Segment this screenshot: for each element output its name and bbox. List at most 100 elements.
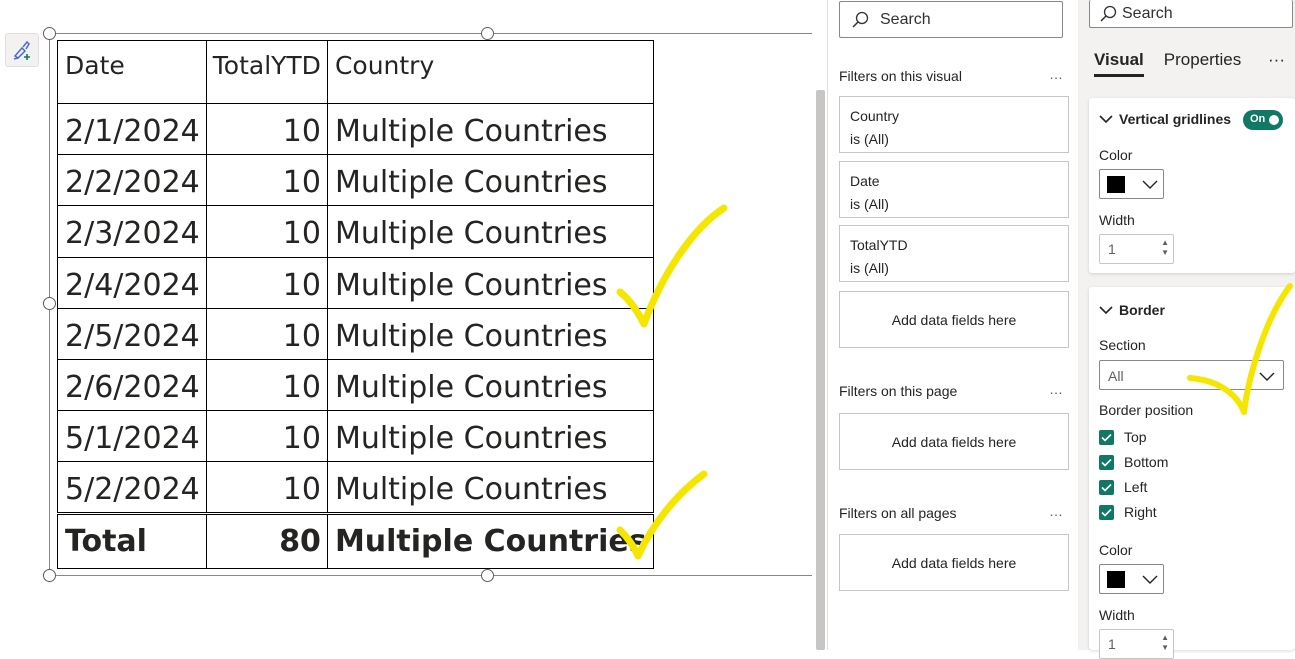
border-section-label: Section <box>1099 337 1146 353</box>
border-position-bottom-checkbox[interactable]: Bottom <box>1099 454 1168 470</box>
total-totalytd: 80 <box>205 511 328 569</box>
cell-totalytd: 10 <box>205 358 328 412</box>
tab-visual[interactable]: Visual <box>1094 50 1144 77</box>
cell-country: Multiple Countries <box>326 154 654 207</box>
table-row[interactable]: 5/1/2024 10 Multiple Countries <box>57 410 654 463</box>
color-swatch <box>1107 176 1125 193</box>
cell-country: Multiple Countries <box>326 205 654 258</box>
checkbox-checked-icon <box>1099 429 1114 445</box>
border-header[interactable]: Border <box>1099 302 1165 318</box>
border-position-label: Border position <box>1099 402 1194 418</box>
border-card: Border Section All Border position Top B… <box>1089 287 1295 659</box>
filter-card-date[interactable]: Date is (All) <box>839 161 1069 218</box>
column-header-date[interactable]: Date <box>57 40 207 104</box>
toggle-label: On <box>1250 113 1266 125</box>
format-tabs: Visual Properties <box>1094 50 1261 77</box>
filter-state: is (All) <box>850 131 889 147</box>
gridlines-color-picker[interactable] <box>1099 169 1164 199</box>
add-visual-filter-dropzone[interactable]: Add data fields here <box>839 291 1069 348</box>
vertical-gridlines-header[interactable]: Vertical gridlines <box>1099 111 1231 127</box>
filters-page-more-button[interactable]: … <box>1049 381 1064 397</box>
cell-totalytd: 10 <box>205 154 328 207</box>
resize-handle-top-left[interactable] <box>43 27 56 40</box>
format-search-input[interactable]: Search <box>1089 0 1293 28</box>
filters-all-more-button[interactable]: … <box>1049 503 1064 519</box>
table-row[interactable]: 2/6/2024 10 Multiple Countries <box>57 358 654 412</box>
filters-search-placeholder: Search <box>880 10 931 28</box>
table-row[interactable]: 2/2/2024 10 Multiple Countries <box>57 154 654 207</box>
table-row[interactable]: 2/1/2024 10 Multiple Countries <box>57 102 654 156</box>
cell-country: Multiple Countries <box>326 102 654 156</box>
resize-handle-middle-left[interactable] <box>43 297 56 310</box>
add-page-filter-dropzone[interactable]: Add data fields here <box>839 413 1069 470</box>
filter-field-name: Country <box>850 108 900 124</box>
table-visual[interactable]: Date TotalYTD Country 2/1/2024 10 Multip… <box>57 40 654 569</box>
checkbox-checked-icon <box>1099 454 1114 470</box>
cell-date: 2/5/2024 <box>57 307 207 360</box>
cell-totalytd: 10 <box>205 256 328 309</box>
cell-date: 5/1/2024 <box>57 410 207 463</box>
cell-totalytd: 10 <box>205 205 328 258</box>
filters-pane: Search Filters on this visual … Country … <box>827 0 1078 650</box>
table-row[interactable]: 2/3/2024 10 Multiple Countries <box>57 205 654 258</box>
cell-country: Multiple Countries <box>326 410 654 463</box>
resize-handle-bottom-middle[interactable] <box>481 569 494 582</box>
chevron-down-icon <box>1099 115 1113 124</box>
column-header-country[interactable]: Country <box>326 40 654 104</box>
total-country: Multiple Countries <box>326 511 654 569</box>
canvas-scrollbar[interactable] <box>815 0 827 650</box>
table-row[interactable]: 5/2/2024 10 Multiple Countries <box>57 461 654 514</box>
format-pane: Search Visual Properties ··· Vertical gr… <box>1078 0 1295 659</box>
filter-card-country[interactable]: Country is (All) <box>839 96 1069 153</box>
cell-date: 2/4/2024 <box>57 256 207 309</box>
gridlines-color-label: Color <box>1099 147 1133 163</box>
filters-visual-more-button[interactable]: … <box>1049 66 1064 82</box>
filter-state: is (All) <box>850 260 889 276</box>
table-header-row: Date TotalYTD Country <box>57 40 654 104</box>
filters-on-all-pages-heading: Filters on all pages <box>839 505 957 521</box>
filter-card-totalytd[interactable]: TotalYTD is (All) <box>839 225 1069 282</box>
canvas-scrollbar-thumb[interactable] <box>816 90 825 650</box>
table-row[interactable]: 2/5/2024 10 Multiple Countries <box>57 307 654 360</box>
toggle-knob <box>1269 115 1279 125</box>
border-position-left-checkbox[interactable]: Left <box>1099 479 1147 495</box>
resize-handle-bottom-left[interactable] <box>43 569 56 582</box>
spin-arrows-icon[interactable]: ▲ ▼ <box>1161 633 1169 653</box>
format-more-button[interactable]: ··· <box>1268 50 1285 70</box>
search-icon <box>1100 5 1117 22</box>
border-title: Border <box>1119 302 1165 318</box>
tab-properties[interactable]: Properties <box>1164 50 1241 77</box>
add-report-filter-dropzone[interactable]: Add data fields here <box>839 534 1069 591</box>
border-section-dropdown[interactable]: All <box>1099 360 1284 390</box>
table-row[interactable]: 2/4/2024 10 Multiple Countries <box>57 256 654 309</box>
width-value: 1 <box>1108 241 1116 257</box>
chevron-down-icon <box>1142 575 1158 584</box>
column-header-totalytd[interactable]: TotalYTD <box>205 40 328 104</box>
gridlines-width-input[interactable]: 1 ▲ ▼ <box>1099 234 1174 264</box>
filters-search-input[interactable]: Search <box>839 1 1063 38</box>
border-color-picker[interactable] <box>1099 564 1164 594</box>
table-total-row: Total 80 Multiple Countries <box>57 511 654 569</box>
chevron-down-icon <box>1142 180 1158 189</box>
border-position-right-checkbox[interactable]: Right <box>1099 504 1157 520</box>
filter-state: is (All) <box>850 196 889 212</box>
cell-country: Multiple Countries <box>326 307 654 360</box>
search-icon <box>852 11 869 28</box>
border-width-input[interactable]: 1 ▲ ▼ <box>1099 629 1174 659</box>
spin-arrows-icon[interactable]: ▲ ▼ <box>1161 238 1169 258</box>
gridlines-width-label: Width <box>1099 212 1135 228</box>
vertical-gridlines-card: Vertical gridlines On Color Width 1 ▲ ▼ <box>1089 98 1295 273</box>
filter-field-name: Date <box>850 173 880 189</box>
total-label: Total <box>57 511 207 569</box>
checkbox-label: Top <box>1124 429 1147 445</box>
vertical-gridlines-toggle[interactable]: On <box>1243 110 1283 130</box>
border-position-top-checkbox[interactable]: Top <box>1099 429 1147 445</box>
cell-totalytd: 10 <box>205 307 328 360</box>
cell-totalytd: 10 <box>205 410 328 463</box>
filter-field-name: TotalYTD <box>850 237 908 253</box>
resize-handle-top-middle[interactable] <box>481 27 494 40</box>
cell-date: 2/1/2024 <box>57 102 207 156</box>
format-visual-button[interactable] <box>5 33 39 67</box>
cell-country: Multiple Countries <box>326 256 654 309</box>
filters-on-visual-heading: Filters on this visual <box>839 68 962 84</box>
